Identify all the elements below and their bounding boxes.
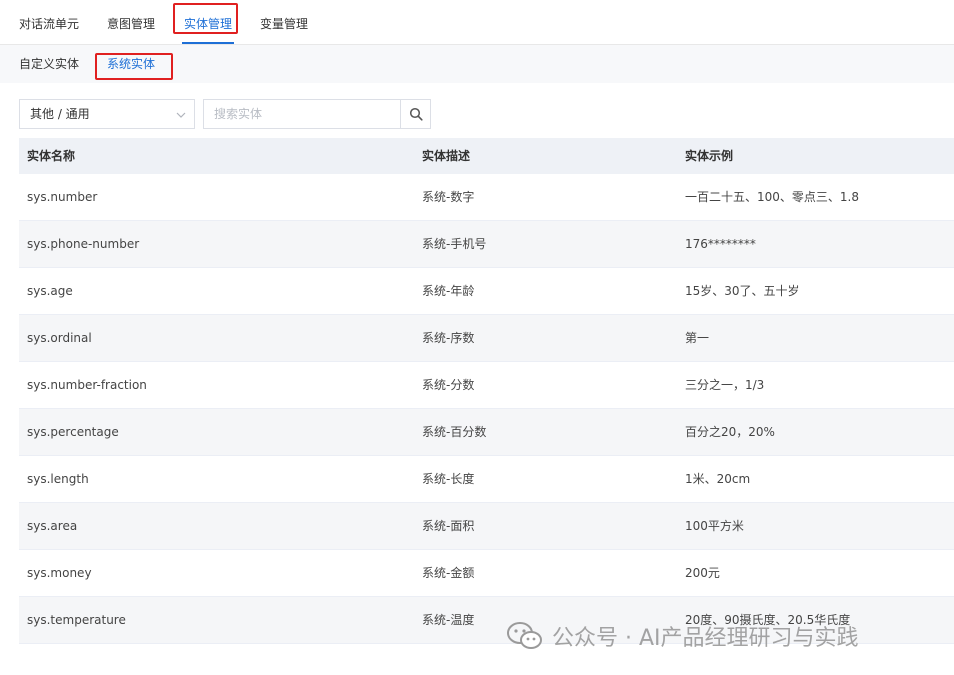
- header-entity-example: 实体示例: [685, 149, 734, 163]
- cell-entity-name: sys.number-fraction: [27, 378, 147, 392]
- cell-entity-example: 1米、20cm: [685, 472, 751, 486]
- cell-entity-description: 系统-年龄: [422, 284, 475, 298]
- table-row[interactable]: sys.age 系统-年龄 15岁、30了、五十岁: [19, 268, 954, 315]
- cell-entity-name: sys.age: [27, 284, 73, 298]
- table-header: 实体名称 实体描述 实体示例: [19, 138, 954, 174]
- table-row[interactable]: sys.length 系统-长度 1米、20cm: [19, 456, 954, 503]
- table-row[interactable]: sys.phone-number 系统-手机号 176********: [19, 221, 954, 268]
- cell-entity-name: sys.length: [27, 472, 89, 486]
- cell-entity-name: sys.temperature: [27, 613, 126, 627]
- category-select[interactable]: 其他 / 通用: [19, 99, 195, 129]
- top-tab-bar: 对话流单元 意图管理 实体管理 变量管理: [0, 0, 954, 45]
- sub-tab-bar: 自定义实体 系统实体: [0, 45, 954, 83]
- cell-entity-name: sys.area: [27, 519, 78, 533]
- search-input[interactable]: [204, 100, 401, 128]
- cell-entity-example: 176********: [685, 237, 756, 251]
- header-entity-description: 实体描述: [422, 149, 471, 163]
- search-button[interactable]: [400, 100, 430, 128]
- cell-entity-description: 系统-百分数: [422, 425, 487, 439]
- table-row[interactable]: sys.percentage 系统-百分数 百分之20，20%: [19, 409, 954, 456]
- cell-entity-example: 15岁、30了、五十岁: [685, 284, 800, 298]
- header-entity-name: 实体名称: [27, 149, 76, 163]
- table-row[interactable]: sys.money 系统-金额 200元: [19, 550, 954, 597]
- cell-entity-example: 200元: [685, 566, 720, 580]
- cell-entity-description: 系统-金额: [422, 566, 475, 580]
- table-row[interactable]: sys.number-fraction 系统-分数 三分之一，1/3: [19, 362, 954, 409]
- category-select-value: 其他 / 通用: [30, 107, 90, 121]
- tab-entity-management[interactable]: 实体管理: [181, 0, 235, 44]
- cell-entity-example: 三分之一，1/3: [685, 378, 765, 392]
- tab-intent-management[interactable]: 意图管理: [107, 0, 155, 44]
- table-row[interactable]: sys.area 系统-面积 100平方米: [19, 503, 954, 550]
- cell-entity-name: sys.percentage: [27, 425, 119, 439]
- cell-entity-description: 系统-长度: [422, 472, 475, 486]
- cell-entity-description: 系统-分数: [422, 378, 475, 392]
- tab-variable-management[interactable]: 变量管理: [260, 0, 308, 44]
- cell-entity-description: 系统-数字: [422, 190, 475, 204]
- cell-entity-name: sys.ordinal: [27, 331, 92, 345]
- cell-entity-name: sys.phone-number: [27, 237, 140, 251]
- table-row[interactable]: sys.temperature 系统-温度 20度、90摄氏度、20.5华氏度: [19, 597, 954, 644]
- cell-entity-description: 系统-手机号: [422, 237, 487, 251]
- cell-entity-example: 100平方米: [685, 519, 744, 533]
- cell-entity-description: 系统-温度: [422, 613, 475, 627]
- chevron-down-icon: [176, 109, 186, 119]
- tab-dialog-flow-unit[interactable]: 对话流单元: [19, 0, 79, 44]
- table-row[interactable]: sys.ordinal 系统-序数 第一: [19, 315, 954, 362]
- cell-entity-example: 一百二十五、100、零点三、1.8: [685, 190, 859, 204]
- cell-entity-name: sys.money: [27, 566, 92, 580]
- cell-entity-example: 第一: [685, 331, 710, 345]
- subtab-system-entity[interactable]: 系统实体: [107, 45, 155, 83]
- search-box: [203, 99, 431, 129]
- entity-table: 实体名称 实体描述 实体示例 sys.number 系统-数字 一百二十五、10…: [19, 138, 954, 644]
- cell-entity-example: 20度、90摄氏度、20.5华氏度: [685, 613, 851, 627]
- table-row[interactable]: sys.number 系统-数字 一百二十五、100、零点三、1.8: [19, 174, 954, 221]
- cell-entity-name: sys.number: [27, 190, 98, 204]
- subtab-custom-entity[interactable]: 自定义实体: [19, 45, 79, 83]
- cell-entity-description: 系统-面积: [422, 519, 475, 533]
- cell-entity-example: 百分之20，20%: [685, 425, 775, 439]
- cell-entity-description: 系统-序数: [422, 331, 475, 345]
